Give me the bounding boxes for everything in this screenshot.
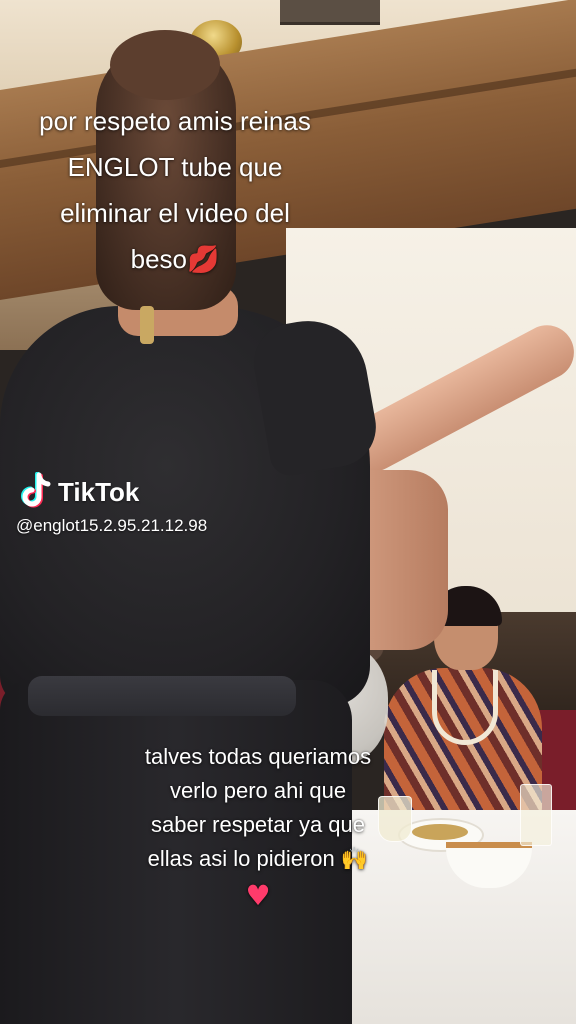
tiktok-logo-icon	[21, 472, 51, 508]
top-caption-line-2: ENGLOT tube que	[67, 152, 283, 182]
bottom-caption-line-4: ellas asi lo pidieron 🙌	[98, 842, 418, 877]
tiktok-watermark: TikTok	[18, 472, 139, 512]
dress-belt	[28, 676, 296, 716]
food	[412, 824, 468, 840]
top-caption: por respeto amis reinas ENGLOT tube que …	[0, 98, 350, 283]
raised-hands-icon: 🙌	[340, 847, 369, 872]
bottom-caption: talves todas queriamos verlo pero ahi qu…	[98, 740, 418, 913]
water-glass	[520, 784, 552, 846]
bottom-caption-line-3: saber respetar ya que	[150, 812, 366, 837]
top-caption-word: beso	[130, 244, 187, 274]
creator-handle: @englot15.2.95.21.12.98	[16, 516, 208, 535]
top-caption-line-1: por respeto amis reinas	[39, 106, 311, 136]
bottom-caption-text: ellas asi lo pidieron	[147, 846, 335, 871]
dancer-hair-bun	[110, 30, 220, 100]
top-caption-line-4: beso💋	[0, 236, 350, 283]
bottom-caption-line-1: talves todas queriamos	[144, 744, 372, 769]
tiktok-brand-name: TikTok	[58, 476, 140, 507]
heart-icon: ♥	[245, 879, 271, 912]
pearl-necklace	[432, 670, 498, 745]
top-caption-line-3: eliminar el video del	[60, 198, 290, 228]
kiss-mark-icon: 💋	[187, 245, 220, 275]
dress-zipper	[140, 306, 154, 344]
bottom-caption-line-2: verlo pero ahi que	[169, 778, 347, 803]
ceiling-vent	[280, 0, 380, 25]
